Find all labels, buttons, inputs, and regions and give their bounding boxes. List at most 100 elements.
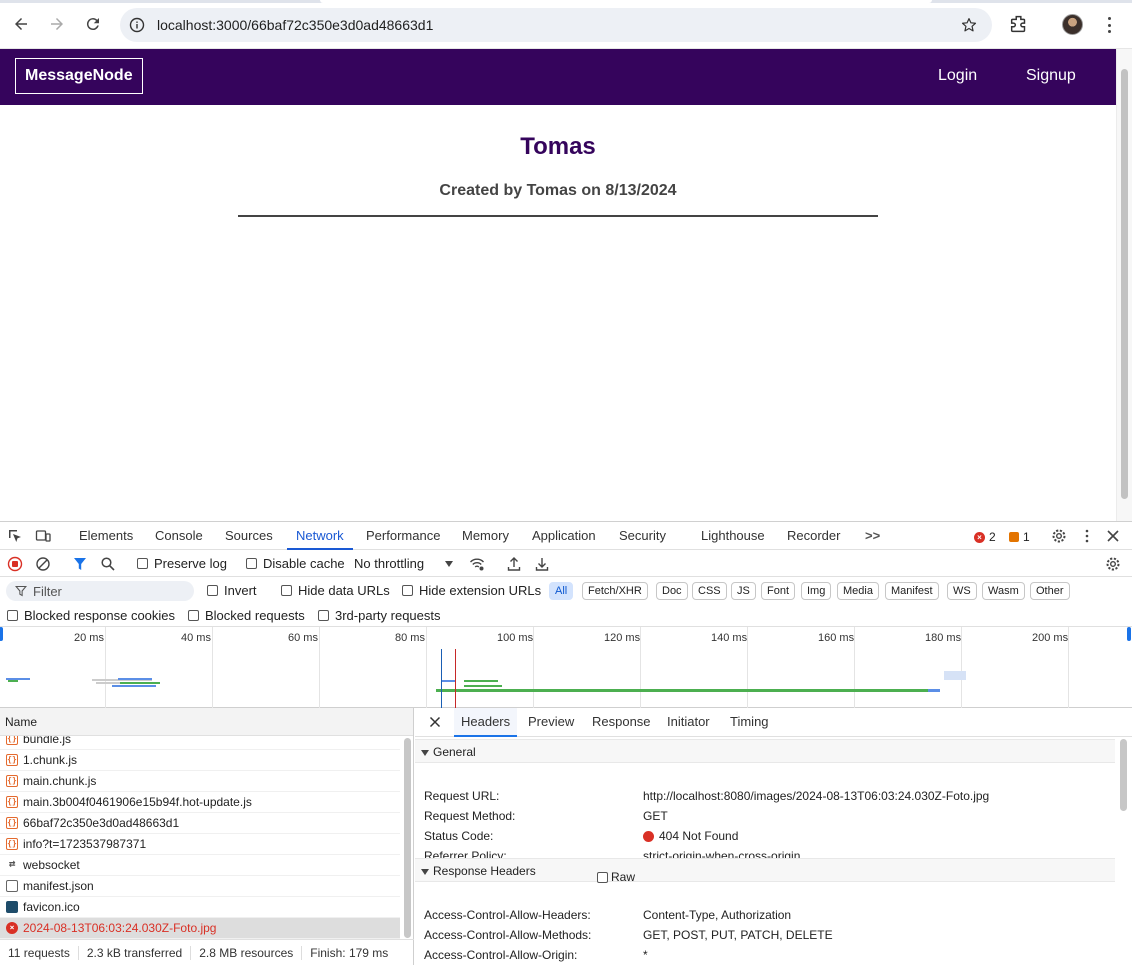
tab-console[interactable]: Console — [155, 522, 203, 550]
type-filter-ws[interactable]: WS — [947, 582, 977, 600]
tab-lighthouse[interactable]: Lighthouse — [701, 522, 765, 550]
device-toolbar-icon[interactable] — [35, 528, 51, 544]
request-row[interactable]: {} 66baf72c350e3d0ad48663d1 — [0, 813, 400, 834]
tab-timing[interactable]: Timing — [730, 708, 769, 737]
site-info-icon[interactable] — [129, 17, 145, 33]
type-filter-font[interactable]: Font — [761, 582, 796, 600]
request-row[interactable]: {} main.3b004f0461906e15b94f.hot-update.j… — [0, 792, 400, 813]
request-row-selected[interactable]: × 2024-08-13T06:03:24.030Z-Foto.jpg — [0, 918, 400, 939]
tab-response[interactable]: Response — [592, 708, 651, 737]
brand-logo[interactable]: MessageNode — [15, 58, 143, 94]
close-icon[interactable] — [1105, 528, 1121, 544]
tab-initiator[interactable]: Initiator — [667, 708, 710, 737]
request-row[interactable]: {} bundle.js — [0, 736, 400, 750]
request-row[interactable]: {} info?t=1723537987371 — [0, 834, 400, 855]
response-headers-section-header[interactable]: Response Headers Raw — [415, 858, 1115, 884]
request-list-scroll-thumb[interactable] — [404, 738, 411, 938]
tab-memory[interactable]: Memory — [462, 522, 509, 550]
network-conditions-icon[interactable] — [469, 556, 485, 572]
filter-input[interactable]: Filter — [6, 581, 194, 601]
url-text[interactable]: localhost:3000/66baf72c350e3d0ad48663d1 — [157, 17, 433, 33]
checkbox-box[interactable] — [318, 610, 329, 621]
network-overview-timeline[interactable]: 20 ms 40 ms 60 ms 80 ms 100 ms 120 ms 14… — [0, 627, 1132, 708]
checkbox-box[interactable] — [281, 585, 292, 596]
chevron-down-icon[interactable] — [445, 561, 453, 567]
request-row[interactable]: favicon.ico — [0, 897, 400, 918]
checkbox-box[interactable] — [7, 610, 18, 621]
disable-cache-checkbox[interactable]: Disable cache — [246, 556, 345, 571]
export-har-icon[interactable] — [534, 556, 550, 572]
warning-count-badge[interactable]: 1 — [1009, 530, 1030, 544]
type-filter-img[interactable]: Img — [801, 582, 832, 600]
devtools-menu-icon[interactable] — [1079, 528, 1095, 544]
overview-right-handle[interactable] — [1127, 627, 1131, 641]
extensions-icon[interactable] — [1008, 13, 1030, 35]
details-scrollbar[interactable] — [1118, 739, 1128, 965]
import-har-icon[interactable] — [506, 556, 522, 572]
preserve-log-checkbox[interactable]: Preserve log — [137, 556, 227, 571]
checkbox-box[interactable] — [137, 558, 148, 569]
browser-menu-button[interactable] — [1103, 14, 1115, 36]
details-scroll-thumb[interactable] — [1120, 739, 1127, 811]
type-filter-js[interactable]: JS — [731, 582, 756, 600]
request-row[interactable]: {} main.chunk.js — [0, 771, 400, 792]
tab-elements[interactable]: Elements — [79, 522, 133, 550]
checkbox-box[interactable] — [188, 610, 199, 621]
name-column-header[interactable]: Name — [0, 708, 413, 736]
request-row[interactable]: manifest.json — [0, 876, 400, 897]
request-row[interactable]: {} 1.chunk.js — [0, 750, 400, 771]
type-filter-wasm[interactable]: Wasm — [982, 582, 1025, 600]
clear-icon[interactable] — [35, 556, 51, 572]
checkbox-box[interactable] — [207, 585, 218, 596]
blocked-response-cookies-checkbox[interactable]: Blocked response cookies — [7, 608, 175, 623]
inspect-element-icon[interactable] — [7, 528, 23, 544]
error-count-badge[interactable]: × 2 — [974, 530, 996, 544]
type-filter-media[interactable]: Media — [837, 582, 879, 600]
forward-button[interactable] — [45, 12, 69, 36]
network-settings-gear-icon[interactable] — [1105, 556, 1121, 572]
record-stop-icon[interactable] — [7, 556, 23, 572]
checkbox-box[interactable] — [246, 558, 257, 569]
request-list-scrollbar[interactable] — [402, 738, 412, 938]
type-filter-fetch-xhr[interactable]: Fetch/XHR — [582, 582, 648, 600]
tab-performance[interactable]: Performance — [366, 522, 440, 550]
type-filter-doc[interactable]: Doc — [656, 582, 688, 600]
type-filter-all[interactable]: All — [549, 582, 574, 600]
request-list[interactable]: {} bundle.js {} 1.chunk.js {} main.chunk.js… — [0, 736, 400, 939]
raw-headers-checkbox[interactable]: Raw — [597, 865, 635, 889]
overview-left-handle[interactable] — [0, 627, 3, 641]
address-bar[interactable]: localhost:3000/66baf72c350e3d0ad48663d1 — [120, 8, 992, 42]
page-scroll-thumb[interactable] — [1121, 69, 1128, 499]
throttling-select[interactable]: No throttling — [354, 556, 424, 571]
more-tabs-button[interactable]: >> — [865, 522, 880, 550]
hide-extension-urls-checkbox[interactable]: Hide extension URLs — [402, 583, 541, 598]
filter-icon[interactable] — [72, 556, 88, 572]
tab-sources[interactable]: Sources — [225, 522, 273, 550]
checkbox-box[interactable] — [402, 585, 413, 596]
tab-recorder[interactable]: Recorder — [787, 522, 840, 550]
search-icon[interactable] — [100, 556, 116, 572]
tab-preview[interactable]: Preview — [528, 708, 574, 737]
checkbox-box[interactable] — [597, 871, 608, 883]
tab-security[interactable]: Security — [619, 522, 666, 550]
bookmark-star-icon[interactable] — [960, 16, 978, 34]
tab-network[interactable]: Network — [287, 522, 353, 550]
invert-checkbox[interactable]: Invert — [207, 583, 257, 598]
page-scrollbar[interactable] — [1116, 49, 1132, 521]
tab-headers[interactable]: Headers — [454, 708, 518, 737]
close-details-icon[interactable] — [429, 716, 441, 728]
third-party-requests-checkbox[interactable]: 3rd-party requests — [318, 608, 441, 623]
request-row[interactable]: ⇄ websocket — [0, 855, 400, 876]
type-filter-other[interactable]: Other — [1030, 582, 1070, 600]
back-button[interactable] — [9, 12, 33, 36]
type-filter-manifest[interactable]: Manifest — [885, 582, 939, 600]
blocked-requests-checkbox[interactable]: Blocked requests — [188, 608, 305, 623]
type-filter-css[interactable]: CSS — [692, 582, 727, 600]
tab-application[interactable]: Application — [532, 522, 596, 550]
profile-avatar[interactable] — [1062, 14, 1083, 35]
login-link[interactable]: Login — [938, 67, 977, 85]
reload-button[interactable] — [81, 12, 105, 36]
general-section-header[interactable]: General — [415, 739, 1115, 763]
hide-data-urls-checkbox[interactable]: Hide data URLs — [281, 583, 390, 598]
gear-icon[interactable] — [1051, 528, 1067, 544]
